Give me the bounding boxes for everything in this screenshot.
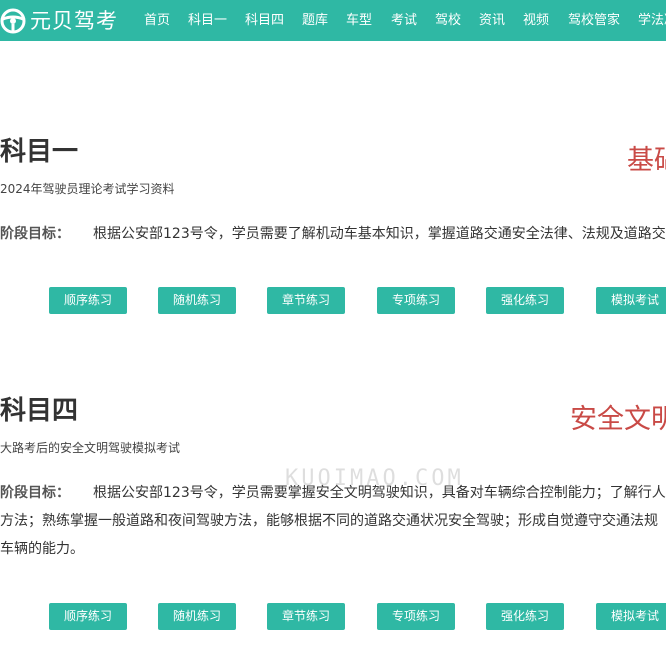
- section-side-heading: 安全文明: [570, 404, 666, 435]
- goal-text: 车辆的能力。: [0, 541, 84, 557]
- stage-goal: 阶段目标： 根据公安部123号令，学员需要掌握安全文明驾驶知识，具备对车辆综合控制…: [0, 479, 666, 563]
- mock-exam-button[interactable]: 模拟考试: [596, 287, 666, 314]
- nav-news[interactable]: 资讯: [479, 0, 505, 41]
- goal-label: 阶段目标：: [0, 226, 70, 242]
- watermark-text: KUOIMAO.COM: [285, 466, 464, 491]
- top-navigation-bar: 元贝驾考 首页 科目一 科目四 题库 车型 考试 驾校 资讯 视频 驾校管家 学…: [0, 0, 666, 41]
- intensive-practice-button[interactable]: 强化练习: [486, 603, 564, 630]
- nav-subject-four[interactable]: 科目四: [245, 0, 284, 41]
- section-subtitle: 2024年驾驶员理论考试学习资料: [0, 182, 175, 196]
- nav-subject-one[interactable]: 科目一: [188, 0, 227, 41]
- section-title: 科目一: [0, 137, 79, 167]
- sequential-practice-button[interactable]: 顺序练习: [49, 287, 127, 314]
- section-subtitle: 大路考后的安全文明驾驶模拟考试: [0, 441, 181, 455]
- chapter-practice-button[interactable]: 章节练习: [267, 287, 345, 314]
- nav-video[interactable]: 视频: [523, 0, 549, 41]
- logo-text: 元贝驾考: [30, 9, 118, 33]
- stage-goal: 阶段目标： 根据公安部123号令，学员需要了解机动车基本知识，掌握道路交通安全法律…: [0, 220, 666, 248]
- nav-exam[interactable]: 考试: [391, 0, 417, 41]
- intensive-practice-button[interactable]: 强化练习: [486, 287, 564, 314]
- nav-driving-school[interactable]: 驾校: [435, 0, 461, 41]
- topic-practice-button[interactable]: 专项练习: [377, 603, 455, 630]
- steering-wheel-icon: [0, 8, 26, 34]
- mock-exam-button[interactable]: 模拟考试: [596, 603, 666, 630]
- nav-vehicle-type[interactable]: 车型: [346, 0, 372, 41]
- chapter-practice-button[interactable]: 章节练习: [267, 603, 345, 630]
- section-side-heading: 基础: [627, 145, 666, 176]
- topic-practice-button[interactable]: 专项练习: [377, 287, 455, 314]
- nav-home[interactable]: 首页: [144, 0, 170, 41]
- nav-point-reduction[interactable]: 学法减分: [638, 0, 666, 41]
- section-title: 科目四: [0, 396, 79, 426]
- random-practice-button[interactable]: 随机练习: [158, 603, 236, 630]
- nav-question-bank[interactable]: 题库: [302, 0, 328, 41]
- sequential-practice-button[interactable]: 顺序练习: [49, 603, 127, 630]
- random-practice-button[interactable]: 随机练习: [158, 287, 236, 314]
- goal-text: 方法；熟练掌握一般道路和夜间驾驶方法，能够根据不同的道路交通状况安全驾驶；形成自…: [0, 513, 658, 529]
- goal-label: 阶段目标：: [0, 485, 70, 501]
- goal-text: 根据公安部123号令，学员需要了解机动车基本知识，掌握道路交通安全法律、法规及道…: [93, 226, 666, 242]
- nav-school-manager[interactable]: 驾校管家: [568, 0, 620, 41]
